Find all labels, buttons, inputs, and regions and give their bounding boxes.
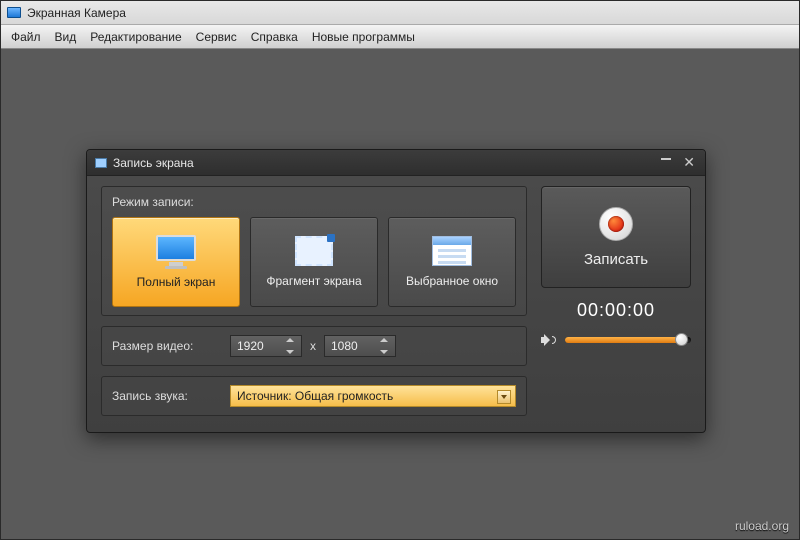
menu-new-programs[interactable]: Новые программы: [312, 30, 415, 44]
menu-view[interactable]: Вид: [55, 30, 77, 44]
record-timer: 00:00:00: [577, 300, 655, 321]
mode-group: Режим записи: Полный экран Фрагмент эк: [101, 186, 527, 316]
audio-label: Запись звука:: [112, 389, 222, 403]
speaker-icon: [541, 333, 557, 347]
width-up-icon[interactable]: [286, 338, 294, 342]
height-input[interactable]: 1080: [324, 335, 396, 357]
dialog-body: Режим записи: Полный экран Фрагмент эк: [87, 176, 705, 432]
mode-region-button[interactable]: Фрагмент экрана: [250, 217, 378, 307]
width-input[interactable]: 1920: [230, 335, 302, 357]
volume-thumb[interactable]: [675, 333, 688, 346]
mode-region-label: Фрагмент экрана: [266, 274, 361, 288]
mode-window-label: Выбранное окно: [406, 274, 498, 288]
height-value: 1080: [331, 339, 358, 353]
mode-window-button[interactable]: Выбранное окно: [388, 217, 516, 307]
mode-fullscreen-label: Полный экран: [137, 275, 216, 289]
record-dialog: Запись экрана ✕ Режим записи: Полный: [86, 149, 706, 433]
fragment-icon: [295, 236, 333, 266]
record-button[interactable]: Записать: [541, 186, 691, 288]
size-separator: x: [310, 339, 316, 353]
volume-row: [541, 333, 691, 347]
record-button-label: Записать: [584, 251, 648, 268]
width-value: 1920: [237, 339, 264, 353]
volume-slider[interactable]: [565, 337, 691, 343]
menu-service[interactable]: Сервис: [196, 30, 237, 44]
right-column: Записать 00:00:00: [541, 186, 691, 416]
menu-edit[interactable]: Редактирование: [90, 30, 181, 44]
mode-fullscreen-button[interactable]: Полный экран: [112, 217, 240, 307]
audio-source-select[interactable]: Источник: Общая громкость: [230, 385, 516, 407]
window-icon: [432, 236, 472, 266]
size-label: Размер видео:: [112, 339, 222, 353]
watermark: ruload.org: [735, 519, 789, 533]
menubar: Файл Вид Редактирование Сервис Справка Н…: [1, 25, 799, 49]
close-icon[interactable]: ✕: [683, 154, 695, 171]
minimize-icon[interactable]: [661, 158, 671, 160]
app-titlebar: Экранная Камера: [1, 1, 799, 25]
audio-source-value: Источник: Общая громкость: [237, 389, 393, 403]
menu-help[interactable]: Справка: [251, 30, 298, 44]
audio-group: Запись звука: Источник: Общая громкость: [101, 376, 527, 416]
monitor-icon: [156, 235, 196, 267]
height-up-icon[interactable]: [380, 338, 388, 342]
workspace: Запись экрана ✕ Режим записи: Полный: [1, 49, 799, 539]
mode-row: Полный экран Фрагмент экрана Выбранн: [112, 217, 516, 307]
menu-file[interactable]: Файл: [11, 30, 41, 44]
left-column: Режим записи: Полный экран Фрагмент эк: [101, 186, 527, 416]
dialog-title: Запись экрана: [113, 156, 194, 170]
app-title: Экранная Камера: [27, 6, 126, 20]
size-group: Размер видео: 1920 x 1080: [101, 326, 527, 366]
mode-group-label: Режим записи:: [112, 195, 516, 209]
app-icon: [7, 7, 21, 18]
dialog-titlebar[interactable]: Запись экрана ✕: [87, 150, 705, 176]
width-down-icon[interactable]: [286, 350, 294, 354]
dialog-icon: [95, 158, 107, 168]
record-icon: [599, 207, 633, 241]
app-window: Экранная Камера Файл Вид Редактирование …: [0, 0, 800, 540]
height-down-icon[interactable]: [380, 350, 388, 354]
chevron-down-icon[interactable]: [497, 390, 511, 404]
